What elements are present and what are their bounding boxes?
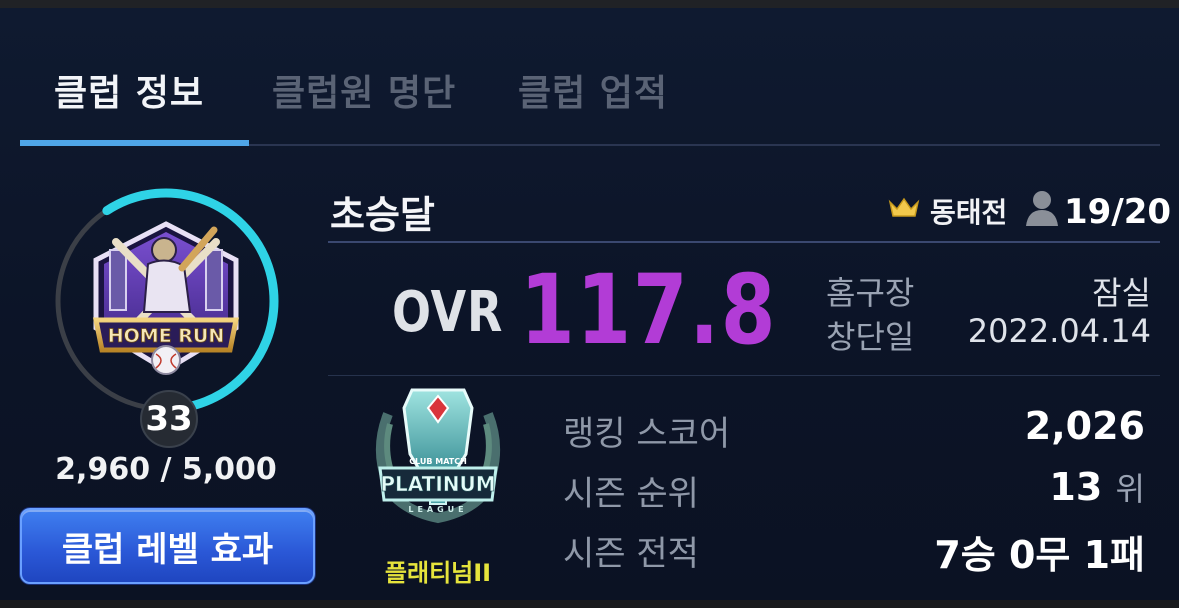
club-emblem-icon: HOME RUN: [92, 221, 240, 375]
club-leader-name: 동태전: [930, 196, 1008, 229]
season-rank-unit: 위: [1115, 470, 1145, 508]
bottom-edge-bar: [0, 600, 1179, 608]
season-record-label: 시즌 전적: [563, 534, 699, 574]
tier-name: 플래티넘II: [384, 559, 492, 587]
club-level-badge: 33: [140, 390, 198, 448]
founded-date-label: 창단일: [826, 318, 915, 356]
tier-emblem-league: LEAGUE: [408, 505, 467, 514]
tier-emblem-text: PLATINUM: [380, 472, 495, 496]
home-stadium-value: 잠실: [1092, 274, 1151, 312]
member-count: 19/20: [1064, 192, 1172, 232]
section-divider: [328, 375, 1160, 376]
season-rank-value: 13: [1049, 465, 1103, 509]
season-record-value: 7승 0무 1패: [934, 533, 1145, 577]
founded-date-value: 2022.04.14: [967, 312, 1151, 350]
club-emblem-text: HOME RUN: [108, 325, 225, 347]
active-tab-indicator: [20, 140, 249, 146]
ovr-value: 117.8: [520, 254, 778, 366]
top-edge-bar: [0, 0, 1179, 8]
ranking-score-value: 2,026: [1024, 404, 1145, 448]
season-rank: 13 위: [1049, 464, 1145, 510]
ovr-label: OVR: [392, 280, 504, 345]
club-exp-text: 2,960 / 5,000: [55, 452, 277, 487]
header-divider: [328, 241, 1160, 243]
tab-club-info[interactable]: 클럽 정보: [54, 64, 204, 116]
season-rank-label: 시즌 순위: [563, 474, 699, 514]
ranking-score-label: 랭킹 스코어: [563, 414, 731, 454]
club-name: 초승달: [330, 193, 435, 237]
person-icon: [1026, 191, 1058, 226]
tab-club-members[interactable]: 클럽원 명단: [272, 64, 456, 116]
platinum-tier-emblem-icon: CLUB MATCH PLATINUM LEAGUE: [375, 388, 501, 524]
crown-icon: [888, 197, 920, 217]
tier-emblem-subtitle: CLUB MATCH: [409, 457, 467, 466]
home-stadium-label: 홈구장: [826, 274, 915, 312]
tab-divider: [249, 144, 1160, 146]
club-level-effect-button[interactable]: 클럽 레벨 효과: [20, 508, 315, 584]
tab-club-achievements[interactable]: 클럽 업적: [518, 64, 668, 116]
